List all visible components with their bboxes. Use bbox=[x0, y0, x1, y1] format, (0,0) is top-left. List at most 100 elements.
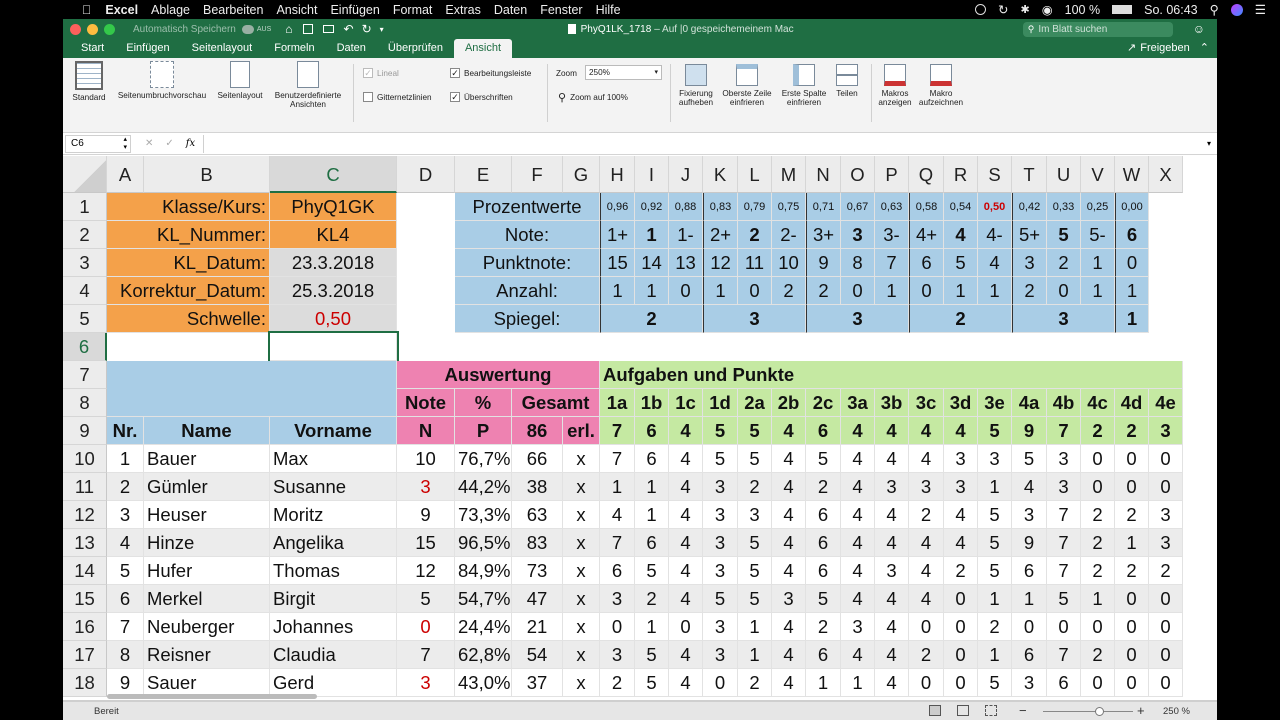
grade-punkte-cell[interactable]: 15 bbox=[600, 249, 635, 277]
student-points[interactable]: 3 bbox=[703, 473, 738, 501]
view-pagelayout-button[interactable]: Seitenlayout bbox=[213, 61, 267, 100]
student-gesamt[interactable]: 54 bbox=[512, 641, 563, 669]
student-points[interactable]: 6 bbox=[806, 501, 841, 529]
grade-anzahl-cell[interactable]: 1 bbox=[600, 277, 635, 305]
row-header[interactable]: 18 bbox=[63, 669, 107, 697]
redo-icon[interactable]: ↻ bbox=[362, 22, 372, 36]
menu-daten[interactable]: Daten bbox=[494, 3, 527, 17]
task-header[interactable]: 3c bbox=[909, 389, 944, 417]
column-header[interactable]: N bbox=[806, 156, 841, 193]
student-points[interactable]: 2 bbox=[1081, 529, 1115, 557]
student-points[interactable]: 2 bbox=[635, 585, 669, 613]
task-header[interactable]: 3d bbox=[944, 389, 978, 417]
student-points[interactable]: 4 bbox=[772, 445, 806, 473]
grade-prozent-cell[interactable]: 0,58 bbox=[909, 193, 944, 221]
task-max-points[interactable]: 7 bbox=[1047, 417, 1081, 445]
menu-bearbeiten[interactable]: Bearbeiten bbox=[203, 3, 263, 17]
task-header[interactable]: 4c bbox=[1081, 389, 1115, 417]
grade-anzahl-cell[interactable]: 2 bbox=[806, 277, 841, 305]
column-header[interactable]: D bbox=[397, 156, 455, 193]
student-points[interactable]: 4 bbox=[772, 557, 806, 585]
close-window-button[interactable] bbox=[70, 23, 81, 35]
menu-hilfe[interactable]: Hilfe bbox=[596, 3, 621, 17]
student-points[interactable]: 5 bbox=[978, 669, 1012, 697]
task-max-points[interactable]: 5 bbox=[738, 417, 772, 445]
tab-ansicht[interactable]: Ansicht bbox=[453, 39, 513, 58]
student-name[interactable]: Bauer bbox=[144, 445, 270, 473]
task-max-points[interactable]: 2 bbox=[1115, 417, 1149, 445]
header-auswertung[interactable]: Auswertung bbox=[397, 361, 600, 389]
student-points[interactable]: 3 bbox=[703, 557, 738, 585]
info-label[interactable]: Schwelle: bbox=[107, 305, 270, 333]
split-button[interactable]: Teilen bbox=[831, 64, 863, 98]
student-points[interactable]: 0 bbox=[1081, 669, 1115, 697]
student-points[interactable]: 4 bbox=[944, 529, 978, 557]
grade-note-cell[interactable]: 2- bbox=[772, 221, 806, 249]
grade-label[interactable]: Note: bbox=[455, 221, 600, 249]
task-max-points[interactable]: 4 bbox=[841, 417, 875, 445]
student-pct[interactable]: 24,4% bbox=[455, 613, 512, 641]
student-points[interactable]: 0 bbox=[1115, 473, 1149, 501]
select-all-corner[interactable] bbox=[63, 156, 107, 193]
student-points[interactable]: 0 bbox=[1149, 585, 1183, 613]
menu-ansicht[interactable]: Ansicht bbox=[276, 3, 317, 17]
task-header[interactable]: 4b bbox=[1047, 389, 1081, 417]
column-header[interactable]: C bbox=[270, 156, 397, 193]
grade-anzahl-cell[interactable]: 0 bbox=[669, 277, 703, 305]
header-note[interactable]: Note bbox=[397, 389, 455, 417]
student-points[interactable]: 3 bbox=[841, 613, 875, 641]
student-points[interactable]: 7 bbox=[1047, 641, 1081, 669]
student-pct[interactable]: 62,8% bbox=[455, 641, 512, 669]
student-note[interactable]: 5 bbox=[397, 585, 455, 613]
row-header[interactable]: 14 bbox=[63, 557, 107, 585]
student-points[interactable]: 5 bbox=[978, 529, 1012, 557]
student-points[interactable]: 2 bbox=[1115, 501, 1149, 529]
student-points[interactable]: 5 bbox=[703, 445, 738, 473]
grade-prozent-cell[interactable]: 0,50 bbox=[978, 193, 1012, 221]
menubar-clock[interactable]: So. 06:43 bbox=[1144, 3, 1198, 17]
column-header[interactable]: F bbox=[512, 156, 563, 193]
info-value[interactable]: PhyQ1GK bbox=[270, 193, 397, 221]
task-header[interactable]: 2c bbox=[806, 389, 841, 417]
student-points[interactable]: 0 bbox=[1149, 445, 1183, 473]
student-gesamt[interactable]: 83 bbox=[512, 529, 563, 557]
task-header[interactable]: 3a bbox=[841, 389, 875, 417]
student-points[interactable]: 0 bbox=[1115, 585, 1149, 613]
student-gesamt[interactable]: 73 bbox=[512, 557, 563, 585]
student-points[interactable]: 3 bbox=[944, 445, 978, 473]
row-header[interactable]: 4 bbox=[63, 277, 107, 305]
grade-prozent-cell[interactable]: 0,00 bbox=[1115, 193, 1149, 221]
student-points[interactable]: 5 bbox=[738, 529, 772, 557]
student-points[interactable]: 4 bbox=[909, 445, 944, 473]
task-max-points[interactable]: 4 bbox=[944, 417, 978, 445]
grade-note-cell[interactable]: 1 bbox=[635, 221, 669, 249]
grade-note-cell[interactable]: 5+ bbox=[1012, 221, 1047, 249]
column-header[interactable]: M bbox=[772, 156, 806, 193]
student-erl[interactable]: x bbox=[563, 557, 600, 585]
student-pct[interactable]: 96,5% bbox=[455, 529, 512, 557]
grade-label[interactable]: Anzahl: bbox=[455, 277, 600, 305]
student-vorname[interactable]: Birgit bbox=[270, 585, 397, 613]
row-header[interactable]: 16 bbox=[63, 613, 107, 641]
column-header[interactable]: L bbox=[738, 156, 772, 193]
student-points[interactable]: 3 bbox=[1047, 473, 1081, 501]
student-erl[interactable]: x bbox=[563, 445, 600, 473]
student-points[interactable]: 5 bbox=[806, 585, 841, 613]
student-points[interactable]: 0 bbox=[669, 613, 703, 641]
student-points[interactable]: 0 bbox=[1081, 445, 1115, 473]
student-points[interactable]: 6 bbox=[1047, 669, 1081, 697]
task-max-points[interactable]: 4 bbox=[875, 417, 909, 445]
student-points[interactable]: 5 bbox=[1012, 445, 1047, 473]
student-gesamt[interactable]: 38 bbox=[512, 473, 563, 501]
home-icon[interactable]: ⌂ bbox=[285, 22, 292, 36]
student-points[interactable]: 1 bbox=[841, 669, 875, 697]
student-points[interactable]: 4 bbox=[841, 529, 875, 557]
grade-punkte-cell[interactable]: 1 bbox=[1081, 249, 1115, 277]
header-erl[interactable]: erl. bbox=[563, 417, 600, 445]
student-pct[interactable]: 54,7% bbox=[455, 585, 512, 613]
undo-icon[interactable]: ↶ bbox=[344, 22, 354, 36]
share-button[interactable]: ↗ Freigeben ⌃ bbox=[1127, 39, 1209, 58]
student-points[interactable]: 2 bbox=[909, 501, 944, 529]
student-vorname[interactable]: Susanne bbox=[270, 473, 397, 501]
menu-fenster[interactable]: Fenster bbox=[540, 3, 582, 17]
